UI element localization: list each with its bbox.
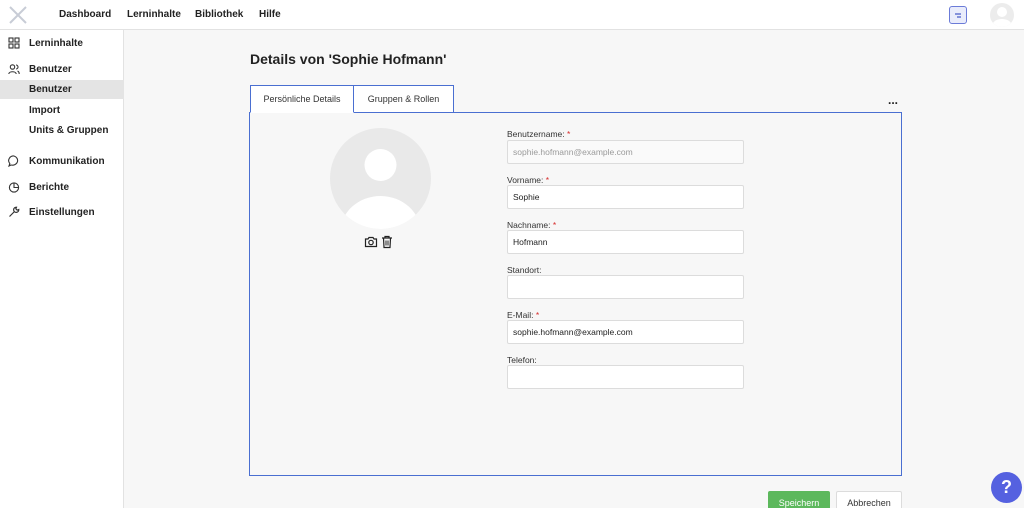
pie-chart-icon [8, 182, 20, 193]
tab-gruppen-rollen[interactable]: Gruppen & Rollen [353, 85, 454, 113]
user-avatar[interactable] [990, 3, 1014, 27]
tab-persoenliche-details[interactable]: Persönliche Details [250, 85, 354, 113]
phone-label-text: Telefon: [507, 355, 537, 365]
tab-label: Gruppen & Rollen [367, 94, 440, 104]
grid-icon [8, 37, 20, 49]
messages-button[interactable] [949, 6, 967, 24]
location-label-text: Standort: [507, 265, 542, 275]
email-value: sophie.hofmann@example.com [513, 327, 633, 337]
cancel-button[interactable]: Abbrechen [836, 491, 902, 508]
phone-label: Telefon: [507, 355, 537, 365]
sidebar-item-kommunikation[interactable]: Kommunikation [0, 151, 124, 171]
required-marker: * [552, 220, 557, 230]
camera-icon[interactable] [364, 235, 378, 249]
required-marker: * [567, 129, 571, 139]
sidebar-item-label: Benutzer [29, 64, 72, 75]
firstname-label-text: Vorname: [507, 175, 544, 185]
lastname-label-text: Nachname: [507, 220, 551, 230]
tab-label: Persönliche Details [263, 94, 341, 104]
sidebar-subitem-units[interactable]: Units & Gruppen [0, 121, 124, 140]
nav-lerninhalte[interactable]: Lerninhalte [127, 9, 181, 20]
save-button[interactable]: Speichern [768, 491, 830, 508]
sidebar-item-berichte[interactable]: Berichte [0, 177, 124, 197]
app-logo-icon[interactable] [8, 5, 28, 25]
lastname-label: Nachname: * [507, 220, 556, 230]
sidebar-item-label: Einstellungen [29, 207, 95, 218]
username-label: Benutzername: * [507, 129, 570, 139]
page-title: Details von 'Sophie Hofmann' [250, 51, 447, 67]
username-field[interactable]: sophie.hofmann@example.com [507, 140, 744, 164]
username-label-text: Benutzername: [507, 129, 565, 139]
sidebar-subitem-label: Import [29, 105, 61, 116]
nav-dashboard[interactable]: Dashboard [59, 9, 111, 20]
email-label-text: E-Mail: [507, 310, 534, 320]
users-icon [8, 64, 20, 75]
nav-hilfe[interactable]: Hilfe [259, 9, 281, 20]
firstname-value: Sophie [513, 192, 540, 202]
location-label: Standort: [507, 265, 542, 275]
wrench-icon [9, 206, 20, 217]
messages-icon [955, 13, 961, 18]
sidebar-item-lerninhalte[interactable]: Lerninhalte [0, 33, 124, 53]
user-silhouette-icon [340, 149, 421, 229]
username-value: sophie.hofmann@example.com [513, 147, 633, 157]
sidebar-subitem-label: Benutzer [29, 84, 72, 95]
sidebar-subitem-import[interactable]: Import [0, 101, 124, 120]
required-marker: * [535, 310, 540, 320]
avatar-actions [364, 235, 396, 249]
email-label: E-Mail: * [507, 310, 539, 320]
required-marker: * [545, 175, 550, 185]
firstname-field[interactable]: Sophie [507, 185, 744, 209]
sidebar-item-einstellungen[interactable]: Einstellungen [0, 202, 124, 222]
profile-picture[interactable] [330, 128, 431, 229]
sidebar-item-benutzer[interactable]: Benutzer [0, 59, 124, 79]
firstname-label: Vorname: * [507, 175, 549, 185]
location-field[interactable] [507, 275, 744, 299]
sidebar: Lerninhalte Benutzer Benutzer Import Uni… [0, 30, 124, 508]
nav-bibliothek[interactable]: Bibliothek [195, 9, 243, 20]
sidebar-item-label: Kommunikation [29, 156, 105, 167]
lastname-value: Hofmann [513, 237, 548, 247]
trash-icon[interactable] [381, 235, 393, 249]
email-field[interactable]: sophie.hofmann@example.com [507, 320, 744, 344]
lastname-field[interactable]: Hofmann [507, 230, 744, 254]
sidebar-subitem-label: Units & Gruppen [29, 125, 109, 136]
user-avatar-icon [992, 7, 1012, 27]
phone-field[interactable] [507, 365, 744, 389]
sidebar-item-label: Lerninhalte [29, 38, 83, 49]
top-bar: Dashboard Lerninhalte Bibliothek Hilfe [0, 0, 1024, 30]
chat-bubble-icon [8, 155, 19, 167]
sidebar-subitem-benutzer[interactable]: Benutzer [0, 80, 124, 99]
more-options-button[interactable]: ... [888, 93, 898, 107]
help-button[interactable]: ? [991, 472, 1022, 503]
sidebar-item-label: Berichte [29, 182, 70, 193]
